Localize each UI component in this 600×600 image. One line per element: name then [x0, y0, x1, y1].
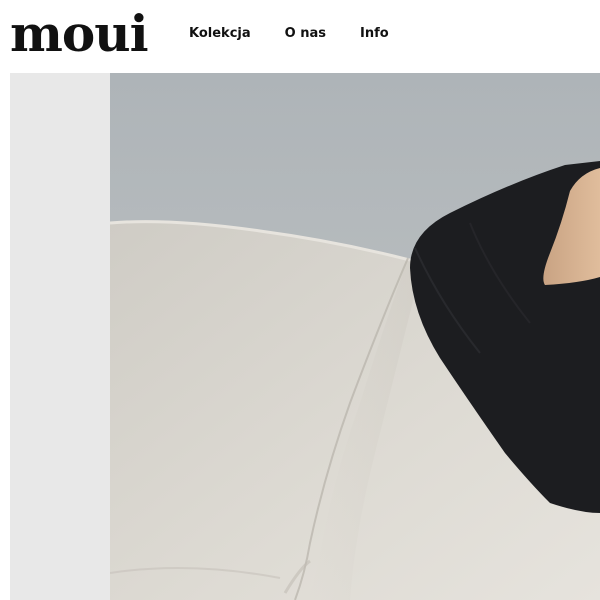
main-nav: Kolekcja O nas Info: [189, 26, 389, 42]
hero-image: [110, 73, 600, 600]
site-header: moui Kolekcja O nas Info: [0, 0, 600, 72]
nav-item-o-nas[interactable]: O nas: [285, 26, 326, 42]
hero-side-panel: [10, 73, 110, 600]
brand-logo[interactable]: moui: [10, 6, 149, 62]
hero-section: [10, 73, 600, 600]
nav-item-kolekcja[interactable]: Kolekcja: [189, 26, 251, 42]
nav-item-info[interactable]: Info: [360, 26, 389, 42]
